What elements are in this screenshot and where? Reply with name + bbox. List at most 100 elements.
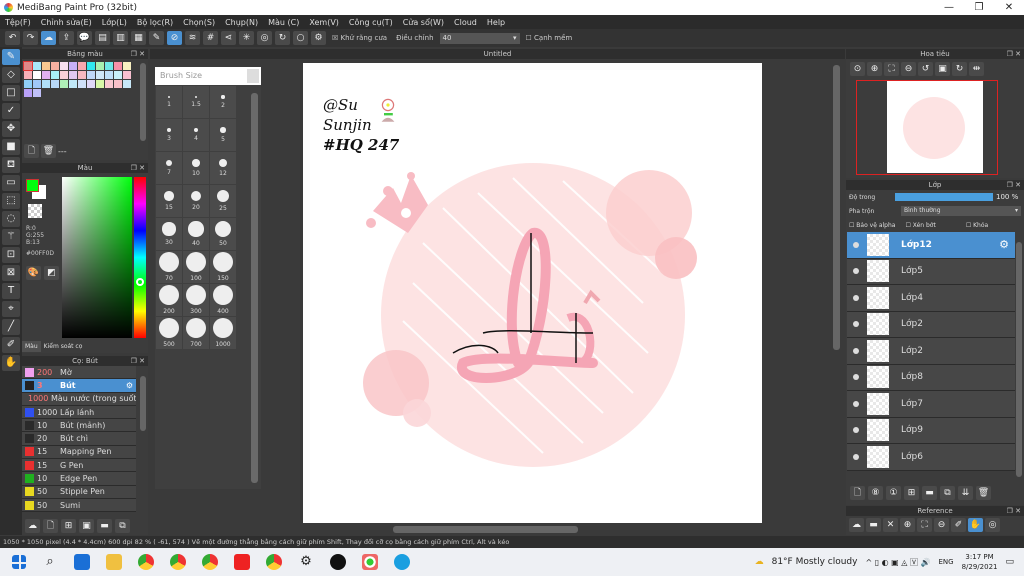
color-swatch[interactable] (69, 80, 77, 88)
color-swatch[interactable] (123, 71, 131, 79)
brush-size-cell[interactable]: 70 (156, 251, 182, 283)
brush-size-cell[interactable]: 1.5 (183, 86, 209, 118)
concentric-snap-icon[interactable]: ◎ (257, 31, 272, 45)
color-swatch[interactable] (105, 80, 113, 88)
close-ref-icon[interactable]: ✕ (883, 518, 898, 532)
language-indicator[interactable]: ENG (938, 558, 953, 566)
color-swatch[interactable] (96, 71, 104, 79)
storyboard-icon[interactable]: ▦ (131, 31, 146, 45)
clock[interactable]: 3:17 PM 8/29/2021 (962, 552, 998, 572)
zoom-out-icon[interactable]: ⊖ (901, 62, 916, 76)
close-panel-icon[interactable]: ❐ ✕ (1007, 506, 1021, 516)
layer-item[interactable]: Lớp12 ⚙ (847, 232, 1015, 259)
maximize-button[interactable]: ❐ (964, 0, 994, 15)
radial-snap-icon[interactable]: ✳ (239, 31, 254, 45)
new-layer-icon[interactable]: 🗋 (850, 486, 865, 500)
settings-icon[interactable]: ⚙ (311, 31, 326, 45)
brush-item[interactable]: 15 Mapping Pen (22, 445, 136, 460)
close-panel-icon[interactable]: ❐ ✕ (1007, 49, 1021, 59)
open-icon[interactable]: ▬ (866, 518, 881, 532)
layer-item[interactable]: Lớp6 (847, 444, 1015, 471)
color-swatch[interactable] (33, 62, 41, 70)
color-swatch[interactable] (87, 71, 95, 79)
skype-icon[interactable] (394, 554, 410, 570)
eraser-tool-icon[interactable]: ◇ (2, 67, 20, 83)
hue-slider[interactable] (134, 177, 146, 338)
brush-item[interactable]: 200 Mờ (22, 366, 136, 380)
chrome-icon[interactable] (266, 554, 282, 570)
color-swatch[interactable] (87, 62, 95, 70)
brush-item[interactable]: 3 Bút ⚙ (22, 379, 136, 393)
brush-size-cell[interactable]: 50 (210, 218, 236, 250)
color-picker-icon[interactable]: ◩ (44, 266, 59, 280)
transparent-color-swatch[interactable] (28, 204, 42, 218)
tab-brush-control[interactable]: Kiểm soát cọ (41, 341, 86, 352)
notifications-icon[interactable]: ▭ (1005, 557, 1014, 567)
weather-text[interactable]: 81°F Mostly cloudy (772, 557, 858, 567)
brush-item[interactable]: 20 Bút chì (22, 432, 136, 446)
blend-mode-dropdown[interactable]: Bình thường ▾ (901, 206, 1021, 216)
circle-snap-icon[interactable]: ○ (293, 31, 308, 45)
color-swatch[interactable] (96, 62, 104, 70)
edit-icon[interactable]: ✎ (149, 31, 164, 45)
zoom-in-icon[interactable]: ⊕ (867, 62, 882, 76)
color-swatch[interactable] (69, 62, 77, 70)
brush-size-cell[interactable]: 100 (183, 251, 209, 283)
color-swatch[interactable] (78, 62, 86, 70)
brush-item[interactable]: 1000 Màu nước (trong suốt) (22, 392, 136, 406)
fill-rect-tool-icon[interactable]: ■ (2, 139, 20, 155)
layer-folder-icon[interactable]: ▬ (922, 486, 937, 500)
close-button[interactable]: ✕ (994, 0, 1024, 15)
hand-tool-icon[interactable]: ✋ (2, 355, 20, 371)
search-icon[interactable]: ⌕ (42, 554, 58, 570)
magic-wand-tool-icon[interactable]: ⚚ (2, 229, 20, 245)
brush-size-cell[interactable]: 2 (210, 86, 236, 118)
visibility-icon[interactable] (853, 400, 859, 407)
brush-settings-icon[interactable]: ▣ (79, 519, 94, 533)
brush-size-cell[interactable]: 20 (183, 185, 209, 217)
note-icon[interactable]: ▤ (95, 31, 110, 45)
minimize-button[interactable]: — (934, 0, 964, 15)
brush-item[interactable]: 10 Edge Pen (22, 472, 136, 486)
close-panel-icon[interactable]: ❐ ✕ (131, 163, 145, 173)
bucket-tool-icon[interactable]: ⛾ (2, 157, 20, 173)
visibility-icon[interactable] (853, 374, 859, 381)
brush-size-cell[interactable]: 4 (183, 119, 209, 151)
new-8bit-layer-icon[interactable]: ⑧ (868, 486, 883, 500)
brush-item[interactable]: 50 Stipple Pen (22, 485, 136, 499)
brush-size-cell[interactable]: 300 (183, 284, 209, 316)
layer-item[interactable]: Lớp2 (847, 338, 1015, 365)
color-swatch[interactable] (60, 62, 68, 70)
visibility-icon[interactable] (853, 294, 859, 301)
brush-size-cell[interactable]: 400 (210, 284, 236, 316)
eyedropper-tool-icon[interactable]: ✐ (2, 337, 20, 353)
brush-size-cell[interactable]: 500 (156, 317, 182, 349)
document-tab[interactable]: Untitled (150, 49, 845, 59)
color-swatch[interactable] (78, 71, 86, 79)
fit-icon[interactable]: ⛶ (884, 62, 899, 76)
brush-size-scrollbar[interactable] (251, 93, 258, 483)
gear-icon[interactable]: ⚙ (999, 238, 1009, 251)
brush-size-cell[interactable]: 15 (156, 185, 182, 217)
color-swatch[interactable] (24, 89, 32, 97)
canvas-vertical-scrollbar[interactable] (833, 65, 840, 350)
tiktok-icon[interactable] (330, 554, 346, 570)
visibility-icon[interactable] (853, 268, 859, 275)
color-swatch[interactable] (114, 80, 122, 88)
menu-item[interactable]: Help (482, 18, 510, 27)
brush-item[interactable]: 1000 Lấp lánh (22, 405, 136, 420)
layer-scrollbar[interactable] (1016, 242, 1022, 477)
color-swatch[interactable] (123, 80, 131, 88)
visibility-icon[interactable] (853, 427, 859, 434)
layer-item[interactable]: Lớp9 (847, 417, 1015, 444)
grid-snap-icon[interactable]: # (203, 31, 218, 45)
menu-item[interactable]: Chọn(S) (178, 18, 220, 27)
brush-size-cell[interactable]: 7 (156, 152, 182, 184)
parallel-snap-icon[interactable]: ≋ (185, 31, 200, 45)
add-layer-menu-icon[interactable]: ⊞ (904, 486, 919, 500)
brush-size-cell[interactable]: 30 (156, 218, 182, 250)
brush-size-cell[interactable]: 200 (156, 284, 182, 316)
opacity-slider[interactable] (895, 193, 993, 201)
tray-icons[interactable]: ^ ▯ ◐ ▣ ◬ 🅅 🔊 (865, 557, 930, 568)
color-swatch[interactable] (51, 80, 59, 88)
